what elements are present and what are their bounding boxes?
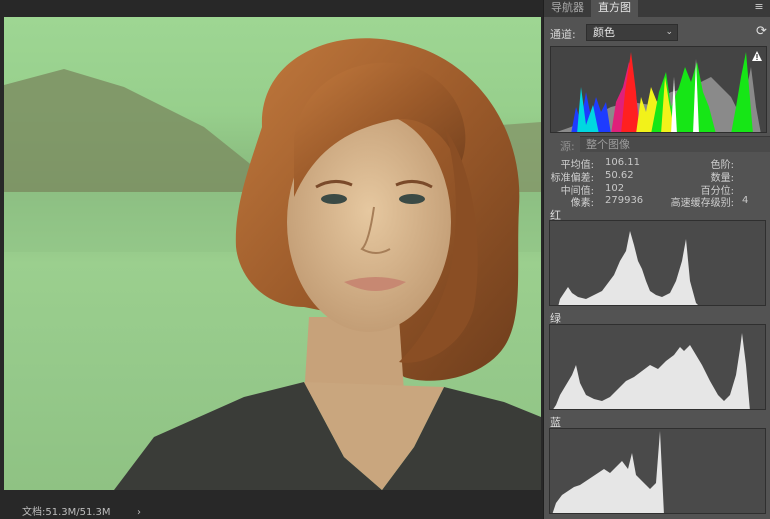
panel-tab-bar: 导航器 直方图 ≡	[544, 0, 770, 17]
chevron-down-icon: ⌄	[665, 27, 673, 37]
cache-level-value: 4	[742, 195, 749, 206]
status-bar: 文档:51.3M/51.3M ›	[0, 507, 543, 519]
status-menu-arrow[interactable]: ›	[137, 507, 141, 519]
photo-image[interactable]	[4, 17, 541, 490]
median-value: 102	[605, 183, 625, 194]
mean-value: 106.11	[605, 157, 640, 168]
blue-histogram-graphic	[552, 431, 664, 513]
red-channel-histogram	[549, 220, 766, 306]
source-row: 源: 整个图像	[544, 136, 770, 153]
red-histogram-graphic	[558, 231, 698, 305]
tab-navigator[interactable]: 导航器	[544, 0, 592, 17]
histogram-panel: 导航器 直方图 ≡ 通道: 颜色 ⌄ ⟳ 源: 整个图像 平均值: 106.11…	[543, 0, 770, 519]
channel-row: 通道: 颜色 ⌄ ⟳	[550, 24, 768, 42]
color-histogram-graphic	[556, 52, 761, 132]
refresh-icon[interactable]: ⟳	[756, 25, 769, 39]
portrait-illustration	[4, 38, 541, 490]
green-histogram-graphic	[553, 333, 750, 409]
color-histogram	[550, 46, 767, 133]
pixels-value: 279936	[605, 195, 644, 206]
source-select[interactable]: 整个图像	[580, 136, 770, 152]
channel-select[interactable]: 颜色 ⌄	[586, 24, 678, 41]
blue-channel-histogram	[549, 428, 766, 514]
warning-triangle-icon[interactable]	[751, 50, 763, 62]
document-canvas[interactable]: 文档:51.3M/51.3M ›	[0, 0, 543, 519]
channel-value: 颜色	[593, 26, 615, 39]
green-channel-histogram	[549, 324, 766, 410]
stddev-value: 50.62	[605, 170, 634, 181]
panel-menu-icon[interactable]: ≡	[753, 1, 765, 13]
cache-level-label: 高速缓存级别:	[670, 198, 734, 209]
pixels-label: 像素:	[570, 198, 594, 209]
tab-histogram[interactable]: 直方图	[591, 0, 638, 17]
document-size-text: 文档:51.3M/51.3M	[22, 507, 111, 518]
channel-label: 通道:	[550, 28, 576, 41]
source-label: 源:	[560, 140, 575, 153]
